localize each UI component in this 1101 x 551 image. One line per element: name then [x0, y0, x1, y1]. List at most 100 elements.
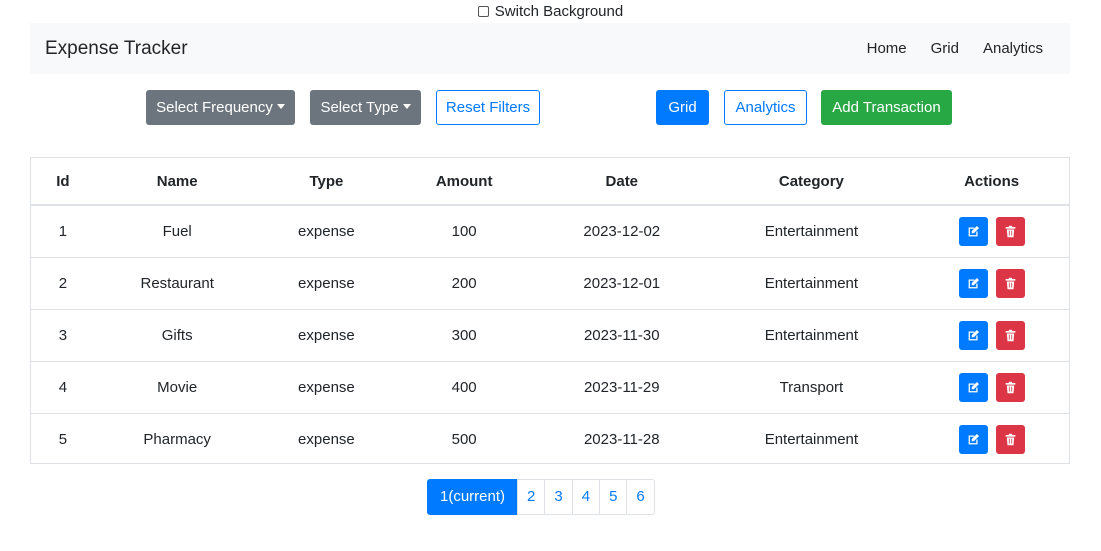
edit-icon: [968, 329, 979, 340]
nav-links: Home Grid Analytics: [867, 40, 1043, 58]
grid-button[interactable]: Grid: [656, 90, 709, 125]
trash-icon: [1005, 225, 1015, 237]
edit-button[interactable]: [958, 424, 988, 454]
edit-icon: [968, 433, 979, 445]
cell-date: 2023-12-01: [535, 257, 709, 310]
cell-type: expense: [259, 257, 394, 310]
row-actions: [958, 216, 1025, 246]
select-frequency-dropdown[interactable]: Select Frequency: [146, 90, 295, 125]
cell-type: expense: [259, 309, 394, 362]
page-6[interactable]: 6: [626, 479, 655, 515]
row-actions: [958, 320, 1025, 350]
nav-link-home[interactable]: Home: [867, 40, 907, 58]
navbar: Expense Tracker Home Grid Analytics: [30, 23, 1070, 74]
page-3[interactable]: 3: [544, 479, 573, 515]
transactions-table-container: Id Name Type Amount Date Category Action…: [30, 157, 1070, 464]
cell-name: Pharmacy: [143, 430, 211, 448]
cell-date: 2023-11-28: [583, 430, 660, 448]
trash-icon: [1005, 381, 1015, 393]
switch-background-label: Switch Background: [494, 3, 624, 20]
delete-button[interactable]: [995, 372, 1025, 402]
cell-amount: 400: [393, 361, 535, 414]
row-actions: [958, 372, 1025, 402]
edit-button[interactable]: [958, 268, 988, 298]
select-type-dropdown[interactable]: Select Type: [310, 90, 421, 125]
table-row: 5 Pharmacy expense 500 2023-11-28 Entertainme…: [31, 413, 1069, 465]
delete-button[interactable]: [995, 424, 1025, 454]
switch-background-row: Switch Background: [0, 3, 1101, 21]
header-category: Category: [708, 158, 915, 206]
nav-link-analytics[interactable]: Analytics: [983, 40, 1043, 58]
page-4[interactable]: 4: [571, 479, 601, 515]
cell-actions: [914, 361, 1069, 414]
header-actions: Actions: [914, 158, 1069, 206]
cell-amount: 100: [393, 205, 535, 258]
cell-date: 2023-12-02: [535, 205, 709, 258]
cell-id: 3: [31, 309, 95, 362]
table-row: 4 Movie expense 400 2023-11-29 Transport: [31, 361, 1069, 414]
caret-down-icon: [402, 104, 411, 109]
row-actions: [958, 268, 1025, 298]
cell-category: Entertainment: [708, 309, 915, 362]
pagination: 1(current) 2 3 4 5 6: [427, 479, 655, 515]
header-name: Name: [94, 158, 260, 206]
cell-id: 4: [31, 361, 95, 414]
cell-type: expense: [259, 205, 394, 258]
cell-id: 1: [31, 205, 95, 258]
page-current[interactable]: 1(current): [427, 479, 519, 515]
table-row: 3 Gifts expense 300 2023-11-30 Entertainment: [31, 309, 1069, 362]
cell-actions: [914, 257, 1069, 310]
cell-date: 2023-11-29: [535, 361, 709, 414]
cell-amount: 300: [393, 309, 535, 362]
switch-background-checkbox[interactable]: [477, 6, 489, 17]
cell-type: expense: [298, 430, 355, 448]
delete-button[interactable]: [995, 268, 1025, 298]
cell-category: Entertainment: [708, 257, 915, 310]
edit-icon: [968, 277, 979, 288]
caret-down-icon: [276, 104, 285, 109]
header-date: Date: [535, 158, 709, 206]
table-row: 1 Fuel expense 100 2023-12-02 Entertainment: [31, 205, 1069, 258]
table-header-row: Id Name Type Amount Date Category Action…: [31, 158, 1069, 206]
edit-button[interactable]: [958, 320, 988, 350]
cell-actions: [914, 309, 1069, 362]
page-5[interactable]: 5: [599, 479, 628, 515]
table-row: 2 Restaurant expense 200 2023-12-01 Entertain…: [31, 257, 1069, 310]
header-id: Id: [31, 158, 95, 206]
header-amount: Amount: [393, 158, 535, 206]
cell-category: Entertainment: [708, 205, 915, 258]
cell-date: 2023-11-30: [535, 309, 709, 362]
reset-filters-button[interactable]: Reset Filters: [436, 90, 540, 125]
delete-button[interactable]: [995, 320, 1025, 350]
edit-icon: [968, 381, 979, 392]
cell-name: Restaurant: [94, 257, 260, 310]
delete-button[interactable]: [995, 216, 1025, 246]
cell-name: Gifts: [94, 309, 260, 362]
cell-id: 2: [31, 257, 95, 310]
select-type-label: Select Type: [320, 99, 399, 116]
select-frequency-label: Select Frequency: [156, 99, 273, 116]
trash-icon: [1005, 277, 1015, 289]
cell-category: Entertainment: [764, 430, 859, 448]
cell-actions: [914, 205, 1069, 258]
cell-name: Movie: [94, 361, 260, 414]
edit-button[interactable]: [958, 216, 988, 246]
nav-link-grid[interactable]: Grid: [931, 40, 959, 58]
cell-name: Fuel: [94, 205, 260, 258]
trash-icon: [1005, 329, 1015, 341]
cell-amount: 200: [393, 257, 535, 310]
analytics-button[interactable]: Analytics: [724, 90, 807, 125]
header-type: Type: [259, 158, 394, 206]
edit-icon: [968, 225, 979, 237]
cell-amount: 500: [451, 430, 477, 448]
page-2[interactable]: 2: [517, 479, 546, 515]
cell-actions: [914, 413, 1069, 465]
edit-button[interactable]: [958, 372, 988, 402]
brand-title[interactable]: Expense Tracker: [45, 38, 188, 60]
cell-id: 5: [58, 430, 68, 448]
trash-icon: [1005, 433, 1015, 445]
row-actions: [958, 424, 1025, 454]
transactions-table: Id Name Type Amount Date Category Action…: [31, 158, 1069, 465]
add-transaction-button[interactable]: Add Transaction: [821, 90, 952, 125]
cell-type: expense: [259, 361, 394, 414]
